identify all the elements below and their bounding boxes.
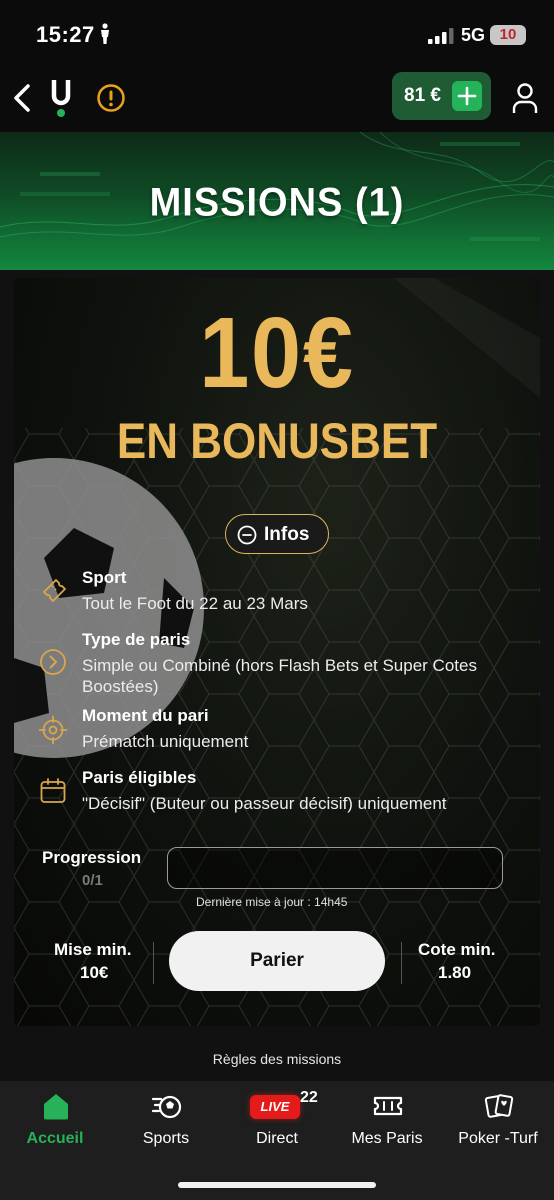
progress-count: 0/1 [82,872,103,889]
signal-icon [428,28,454,44]
live-count-badge: 22 [300,1089,318,1106]
balance-button[interactable]: 81 € [392,72,491,120]
detail-title: Type de paris [82,630,191,649]
progress-label: Progression [42,848,142,867]
nav-label: Accueil [26,1130,84,1147]
person-icon [101,23,109,44]
nav-item-home[interactable]: Accueil [0,1081,110,1161]
mission-card: 10€ EN BONUSBET Infos Sport Tout le Foot… [14,278,540,1026]
chevron-circle-icon [40,649,66,675]
nav-item-live[interactable]: LIVE 22 Direct [222,1081,332,1161]
nav-label: Sports [142,1130,190,1147]
min-odds-value: 1.80 [438,963,472,982]
page-title: MISSIONS (1) [149,180,405,226]
min-odds-label: Cote min. [418,940,496,959]
missions-banner: MISSIONS (1) [0,132,554,270]
progress-bar [167,847,503,889]
detail-value: "Décisif" (Buteur ou passeur décisif) un… [82,794,447,813]
app-header: 81 € [0,70,554,132]
nav-label: Direct [256,1130,298,1147]
status-bar: 15:27 5G 10 [0,0,554,70]
bonus-type-label: EN BONUSBET [116,413,438,469]
detail-title: Moment du pari [82,706,209,725]
plus-icon [457,86,477,106]
infos-toggle-button[interactable]: Infos [225,514,329,554]
nav-label: Mes Paris [351,1130,423,1147]
live-badge: LIVE [250,1095,300,1119]
user-icon[interactable] [511,82,539,114]
battery-indicator: 10 [490,25,526,45]
nav-item-poker-turf[interactable]: Poker -Turf [443,1081,553,1161]
min-stake-label: Mise min. [54,940,132,959]
detail-title: Paris éligibles [82,768,197,787]
min-stake-value: 10€ [80,963,109,982]
nav-label: Poker -Turf [458,1130,538,1147]
unibet-logo-icon[interactable] [48,76,74,118]
detail-value: Simple ou Combiné (hors Flash Bets et Su… [82,656,477,696]
football-icon [151,1095,182,1119]
divider [153,942,154,984]
target-icon [38,715,68,745]
bonus-amount: 10€ [199,297,355,409]
home-icon [44,1094,68,1120]
network-label: 5G [461,25,486,45]
detail-title: Sport [82,568,127,587]
deposit-button[interactable] [452,81,482,111]
infos-label: Infos [264,524,310,545]
mission-rules-link[interactable]: Règles des missions [0,1051,554,1067]
home-indicator[interactable] [178,1182,376,1188]
calendar-icon [40,778,66,803]
minus-circle-icon [237,525,257,545]
detail-value: Tout le Foot du 22 au 23 Mars [82,594,308,613]
nav-item-sports[interactable]: Sports [111,1081,221,1161]
last-update-text: Dernière mise à jour : 14h45 [196,895,348,909]
balance-amount: 81 € [404,85,441,106]
nav-item-my-bets[interactable]: Mes Paris [332,1081,442,1161]
bet-ticket-icon [373,1096,403,1116]
status-time: 15:27 [36,22,95,47]
ticket-icon [43,579,66,602]
detail-value: Prématch uniquement [82,732,249,751]
cards-icon [484,1094,514,1118]
alert-icon[interactable] [96,83,126,113]
back-arrow-icon[interactable] [10,82,36,114]
divider [401,942,402,984]
bet-button[interactable]: Parier [169,931,385,991]
